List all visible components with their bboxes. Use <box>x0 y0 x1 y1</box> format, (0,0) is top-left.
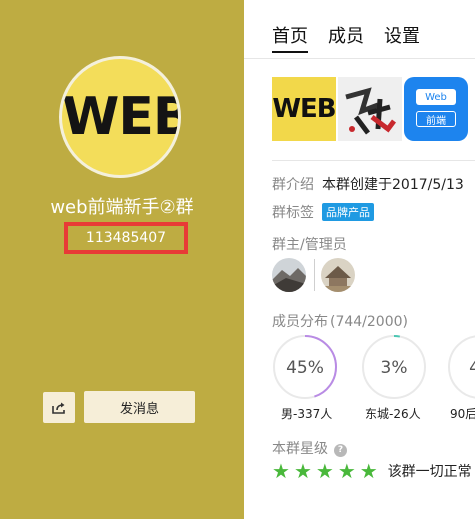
admin-divider <box>314 259 315 291</box>
distribution-count: (744/2000) <box>330 314 408 330</box>
tags-row: 群标签 品牌产品 <box>272 202 374 222</box>
ring-label-gender: 男-337人 <box>281 407 333 421</box>
ring-chart: 3% <box>362 335 426 399</box>
group-id: 113485407 <box>85 230 167 246</box>
manager-avatar-image <box>321 258 355 292</box>
admin-avatar-manager[interactable] <box>321 258 355 292</box>
section-divider <box>272 160 475 161</box>
intro-row: 群介绍 本群创建于2017/5/13 <box>272 174 464 194</box>
album-thumb-web-label: Web <box>416 89 456 105</box>
distribution-ring-region[interactable]: 3% <box>361 334 427 400</box>
album-thumb-web-front[interactable]: Web 前端 <box>404 77 468 141</box>
group-avatar[interactable]: WEB <box>59 56 181 178</box>
album-thumb-web[interactable]: WEB <box>272 77 336 141</box>
ring-chart: 45% <box>273 335 337 399</box>
intro-label: 群介绍 <box>272 177 314 193</box>
star-icon: ★ <box>272 459 290 483</box>
share-button[interactable] <box>43 392 75 423</box>
group-detail-panel: 首页 成员 设置 WEB 實戰 Web 前端 群介绍本群创建于2017/5/13… <box>244 0 475 519</box>
distribution-label: 成员分布 <box>272 314 328 330</box>
help-icon[interactable]: ? <box>334 443 347 457</box>
tab-bar: 首页 成员 设置 <box>272 22 420 53</box>
tab-members[interactable]: 成员 <box>328 22 364 53</box>
ring-label-region: 东城-26人 <box>365 407 421 421</box>
group-profile-panel: WEB web前端新手②群 113485407 发消息 <box>0 0 244 519</box>
tab-home[interactable]: 首页 <box>272 22 308 53</box>
distribution-ring-gender[interactable]: 45% <box>272 334 338 400</box>
rating-heading: 本群星级? <box>272 438 347 458</box>
calligraphy-image <box>338 77 402 141</box>
admins-heading: 群主/管理员 <box>272 234 355 254</box>
ring-chart: 40 <box>448 335 475 399</box>
rating-text: 该群一切正常 <box>387 464 472 480</box>
star-icon: ★ <box>337 459 356 483</box>
group-avatar-text: WEB <box>62 87 181 147</box>
distribution-heading: 成员分布 (744/2000) <box>272 311 408 331</box>
star-icon: ★ <box>293 459 312 483</box>
star-icon: ★ <box>359 459 378 483</box>
ring-percent: 40 <box>469 358 475 378</box>
admin-avatar-owner[interactable] <box>272 258 306 292</box>
tab-divider <box>244 58 475 59</box>
ring-label-age: 90后 <box>450 407 475 421</box>
intro-value: 本群创建于2017/5/13 <box>322 177 464 193</box>
rating-label: 本群星级 <box>272 441 328 457</box>
tags-label: 群标签 <box>272 205 314 221</box>
album-thumb-calligraphy[interactable]: 實戰 <box>338 77 402 141</box>
group-name: web前端新手②群 <box>50 197 194 218</box>
tag-badge[interactable]: 品牌产品 <box>322 203 374 221</box>
distribution-ring-age[interactable]: 40 <box>447 334 475 400</box>
tab-settings[interactable]: 设置 <box>384 22 420 53</box>
album-thumb-web-text: WEB <box>272 94 336 124</box>
star-icon: ★ <box>315 459 334 483</box>
share-icon <box>52 402 65 414</box>
ring-percent: 3% <box>381 358 408 378</box>
ring-percent: 45% <box>286 358 324 378</box>
owner-avatar-image <box>272 258 306 292</box>
send-message-button[interactable]: 发消息 <box>84 391 195 423</box>
album-strip: WEB 實戰 Web 前端 <box>272 77 468 141</box>
group-id-highlight: 113485407 <box>64 222 188 254</box>
admins-label: 群主/管理员 <box>272 237 347 253</box>
rating-stars: ★ ★ ★ ★ ★ 该群一切正常 <box>272 461 472 481</box>
album-thumb-frontend-label: 前端 <box>416 111 456 127</box>
admin-list <box>272 258 355 292</box>
